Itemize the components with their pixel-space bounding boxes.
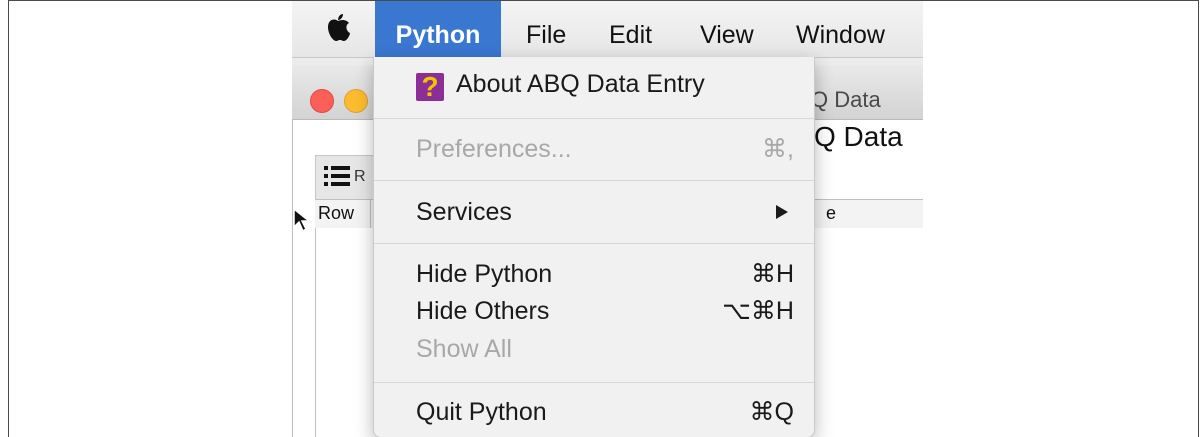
- menu-item-services[interactable]: Services: [374, 195, 814, 229]
- menu-view[interactable]: View: [686, 1, 768, 57]
- menu-item-label: Hide Others: [416, 297, 550, 325]
- menu-item-hide-others[interactable]: Hide Others ⌥⌘H: [374, 294, 814, 328]
- menu-item-label: About ABQ Data Entry: [456, 70, 705, 98]
- column-divider: [370, 200, 371, 228]
- menu-item-about[interactable]: ? About ABQ Data Entry: [374, 67, 814, 102]
- menu-python[interactable]: Python: [375, 1, 501, 57]
- menu-separator: [374, 243, 814, 244]
- screen: Q Data Q Data R Row e Python File Edit V…: [292, 1, 923, 437]
- window-title: Q Data: [811, 87, 881, 112]
- list-icon: [324, 166, 350, 186]
- menu-shortcut: ⌥⌘H: [722, 297, 794, 325]
- minimize-button[interactable]: [344, 89, 368, 113]
- menu-item-label: Quit Python: [416, 398, 547, 426]
- menu-separator: [374, 382, 814, 383]
- menu-item-preferences: Preferences... ⌘,: [374, 132, 814, 166]
- python-menu-dropdown: ? About ABQ Data Entry Preferences... ⌘,…: [373, 57, 815, 437]
- menu-item-label: Services: [416, 198, 512, 226]
- menu-shortcut: ⌘,: [762, 135, 794, 163]
- menu-window[interactable]: Window: [782, 1, 899, 57]
- menu-item-hide-python[interactable]: Hide Python ⌘H: [374, 257, 814, 291]
- menu-item-label: Preferences...: [416, 135, 572, 163]
- question-mark-icon: ?: [416, 71, 444, 102]
- menu-item-show-all: Show All: [374, 332, 814, 366]
- column-header[interactable]: e: [826, 203, 836, 224]
- apple-icon: [328, 14, 350, 41]
- menu-separator: [374, 180, 814, 181]
- menu-bar: Python File Edit View Window: [292, 1, 923, 58]
- menu-edit[interactable]: Edit: [595, 1, 666, 57]
- menu-item-quit[interactable]: Quit Python ⌘Q: [374, 395, 814, 429]
- app-heading: Q Data: [814, 121, 903, 152]
- tab-label: R: [354, 168, 366, 185]
- submenu-arrow-icon: [776, 205, 788, 219]
- menu-separator: [374, 118, 814, 119]
- apple-menu[interactable]: [314, 1, 362, 57]
- menu-item-label: Show All: [416, 335, 512, 363]
- menu-file[interactable]: File: [512, 1, 580, 57]
- mouse-cursor-icon: [293, 207, 312, 233]
- menu-shortcut: ⌘Q: [749, 398, 794, 426]
- menu-item-label: Hide Python: [416, 260, 553, 288]
- close-button[interactable]: [310, 89, 334, 113]
- column-header-row[interactable]: Row: [318, 203, 354, 224]
- menu-shortcut: ⌘H: [750, 260, 794, 288]
